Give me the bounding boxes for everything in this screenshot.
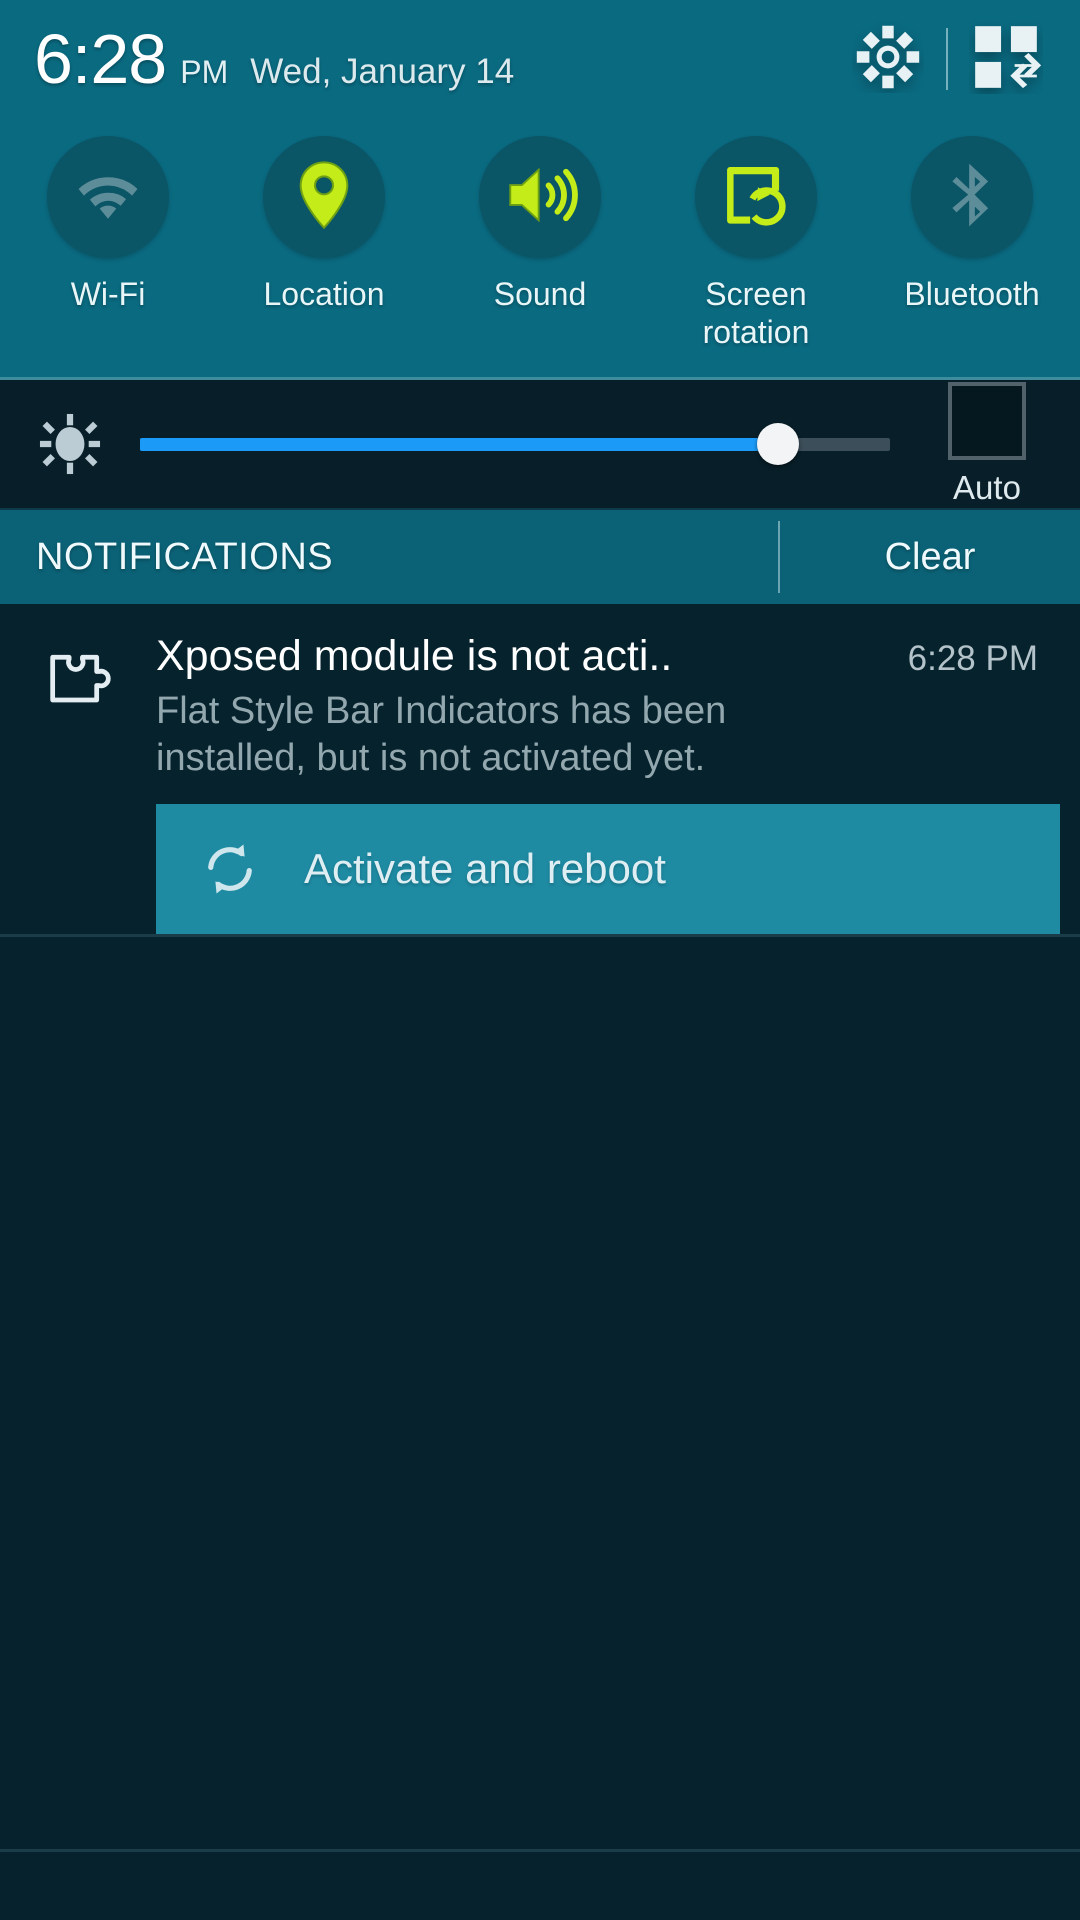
- quick-toggle-label: Bluetooth: [904, 276, 1040, 312]
- clock-block[interactable]: 6:28 PM Wed, January 14: [34, 24, 842, 94]
- slider-thumb[interactable]: [756, 423, 799, 465]
- location-pin-icon: [284, 155, 364, 240]
- notification-shade: 6:28 PM Wed, January 14 Wi-Fi Location S…: [0, 0, 1080, 1920]
- quick-toggle-row: Wi-Fi Location Sound Screen rotation Blu…: [0, 118, 1080, 377]
- brightness-row: Auto: [0, 380, 1080, 508]
- notification-list: Xposed module is not acti.. 6:28 PM Flat…: [0, 604, 1080, 1920]
- header-actions: [842, 13, 1052, 105]
- speaker-icon: [499, 154, 581, 241]
- toggle-circle: [47, 136, 169, 258]
- screen-rotation-icon: [717, 156, 795, 239]
- wifi-icon: [70, 157, 146, 238]
- quick-settings-grid-icon: [969, 20, 1043, 99]
- activate-and-reboot-button[interactable]: Activate and reboot: [156, 804, 1060, 934]
- brightness-sun-icon: [34, 408, 106, 480]
- slider-fill: [140, 437, 778, 451]
- clock-ampm: PM: [180, 54, 229, 90]
- quick-toggle-label: Sound: [493, 276, 587, 312]
- quick-settings-button[interactable]: [960, 13, 1052, 105]
- quick-toggle-location[interactable]: Location: [216, 136, 432, 313]
- quick-toggle-screen-rotation[interactable]: Screen rotation: [648, 136, 864, 351]
- quick-toggle-label: Location: [263, 276, 385, 312]
- notification-text: Flat Style Bar Indicators has been insta…: [156, 690, 727, 779]
- quick-settings-panel: 6:28 PM Wed, January 14 Wi-Fi Location S…: [0, 0, 1080, 380]
- quick-toggle-bluetooth[interactable]: Bluetooth: [864, 136, 1080, 313]
- quick-toggle-label: Screen rotation: [702, 276, 810, 350]
- notification-item[interactable]: Xposed module is not acti.. 6:28 PM Flat…: [0, 604, 1080, 934]
- auto-brightness-label: Auto: [953, 469, 1021, 506]
- status-header: 6:28 PM Wed, January 14: [0, 0, 1080, 118]
- clock-time: 6:28: [34, 20, 167, 98]
- toggle-circle: [911, 136, 1033, 258]
- notification-divider: [0, 934, 1080, 937]
- notification-body: Xposed module is not acti.. 6:28 PM Flat…: [156, 630, 1080, 934]
- toggle-circle: [263, 136, 385, 258]
- settings-button[interactable]: [842, 13, 934, 105]
- auto-brightness-checkbox[interactable]: [948, 382, 1026, 460]
- quick-toggle-sound[interactable]: Sound: [432, 136, 648, 313]
- bluetooth-icon: [934, 157, 1010, 238]
- brightness-slider[interactable]: [140, 414, 890, 474]
- clock-date: Wed, January 14: [250, 52, 515, 91]
- quick-toggle-label: Wi-Fi: [70, 276, 146, 312]
- notifications-header: NOTIFICATIONS Clear: [0, 508, 1080, 604]
- toggle-circle: [695, 136, 817, 258]
- shade-bottom-divider: [0, 1849, 1080, 1852]
- header-divider: [946, 28, 948, 90]
- quick-toggle-wifi[interactable]: Wi-Fi: [0, 136, 216, 313]
- notification-heading: Xposed module is not acti..: [156, 632, 673, 680]
- gear-icon: [852, 21, 924, 98]
- notifications-title: NOTIFICATIONS: [36, 535, 334, 578]
- sync-refresh-icon: [192, 831, 268, 907]
- clear-notifications-button[interactable]: Clear: [780, 536, 1080, 579]
- puzzle-piece-icon: [0, 630, 156, 934]
- auto-brightness-toggle[interactable]: Auto: [912, 382, 1062, 506]
- notification-time: 6:28 PM: [907, 639, 1038, 678]
- activate-and-reboot-label: Activate and reboot: [304, 845, 666, 892]
- toggle-circle: [479, 136, 601, 258]
- notification-top-row: Xposed module is not acti.. 6:28 PM: [156, 630, 1060, 682]
